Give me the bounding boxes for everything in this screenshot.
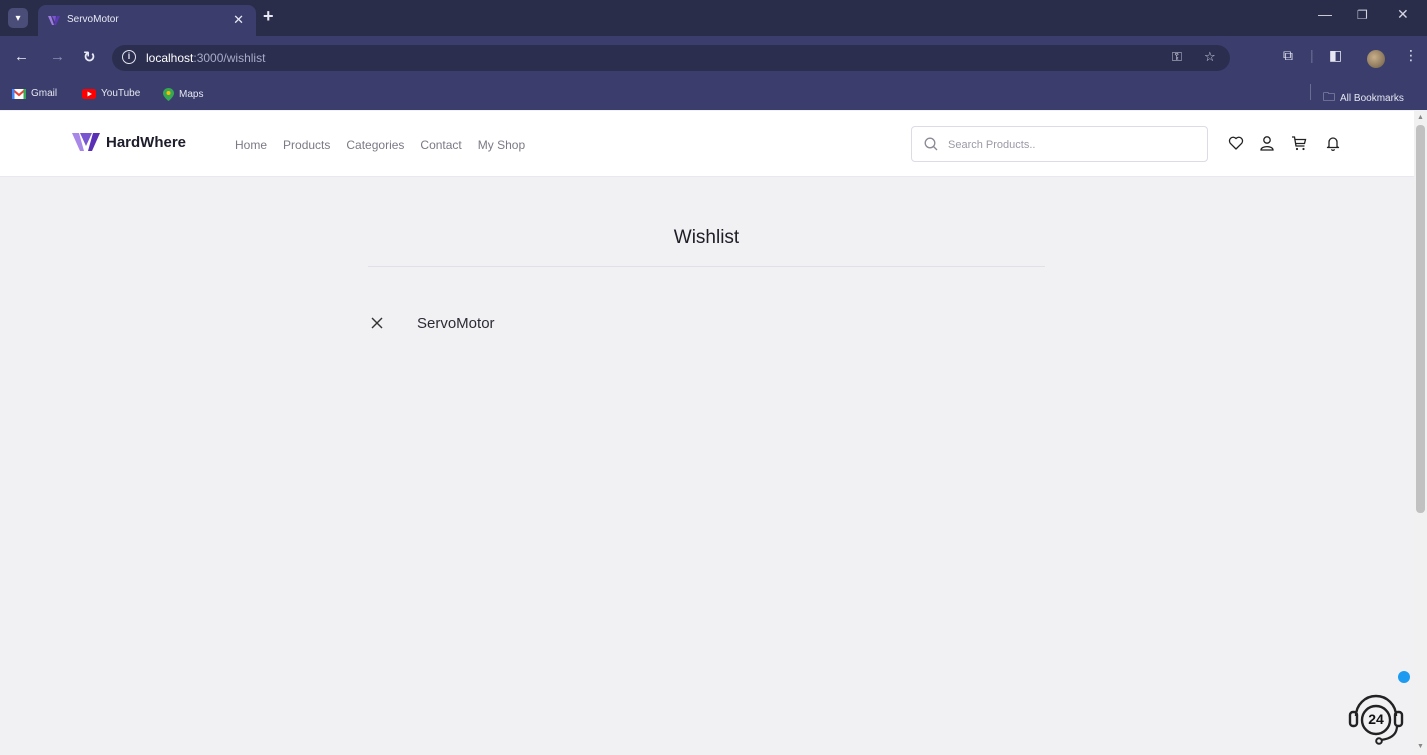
youtube-icon — [82, 88, 96, 99]
password-key-icon[interactable]: ⚿ — [1172, 49, 1182, 65]
address-bar[interactable]: i localhost:3000/wishlist ⚿ ☆ — [112, 45, 1230, 71]
page-scrollbar[interactable]: ▲ ▼ — [1414, 111, 1427, 755]
scroll-thumb[interactable] — [1416, 125, 1425, 513]
site-header: HardWhere Home Products Categories Conta… — [0, 111, 1414, 177]
logo-mark-icon — [72, 133, 100, 151]
scroll-up-icon[interactable]: ▲ — [1417, 114, 1424, 121]
cart-icon[interactable] — [1291, 135, 1307, 151]
restore-icon[interactable]: ❐ — [1357, 8, 1368, 22]
profile-avatar[interactable] — [1367, 50, 1385, 68]
back-icon[interactable]: ← — [14, 48, 29, 65]
bookmark-gmail[interactable]: Gmail — [12, 88, 57, 99]
gmail-icon — [12, 88, 26, 99]
page-title: Wishlist — [673, 227, 740, 248]
nav-link-products[interactable]: Products — [283, 138, 330, 152]
bell-icon[interactable] — [1325, 135, 1341, 151]
all-bookmarks-button[interactable]: 🗀 All Bookmarks — [1323, 88, 1404, 109]
extensions-icon[interactable]: ⧉ — [1283, 47, 1293, 64]
site-info-icon[interactable]: i — [122, 50, 136, 64]
tab-close-icon[interactable]: ✕ — [233, 12, 244, 28]
bookmark-youtube[interactable]: YouTube — [82, 88, 140, 99]
search-icon — [924, 137, 938, 151]
site-favicon-icon — [48, 16, 60, 25]
nav-link-categories[interactable]: Categories — [346, 138, 404, 152]
tab-search-button[interactable]: ▾ — [8, 8, 28, 28]
brand-name: HardWhere — [106, 133, 187, 151]
browser-menu-icon[interactable]: ⋮ — [1404, 47, 1418, 64]
side-panel-icon[interactable]: ◧ — [1329, 47, 1342, 64]
support-notification-dot — [1398, 671, 1410, 683]
nav-link-my-shop[interactable]: My Shop — [478, 138, 525, 152]
search-input[interactable] — [948, 135, 1198, 155]
scroll-down-icon[interactable]: ▼ — [1417, 743, 1424, 750]
address-url: localhost:3000/wishlist — [146, 51, 266, 65]
tab-title: ServoMotor — [67, 14, 119, 25]
nav-link-contact[interactable]: Contact — [420, 138, 461, 152]
close-icon — [371, 317, 383, 329]
bookmark-star-icon[interactable]: ☆ — [1204, 49, 1216, 65]
title-divider — [368, 266, 1045, 267]
support-24-button[interactable]: 24 — [1345, 690, 1407, 750]
toolbar-divider: | — [1310, 47, 1314, 63]
folder-icon: 🗀 — [1323, 90, 1336, 104]
browser-tab-active[interactable]: ServoMotor ✕ — [38, 5, 256, 36]
browser-tabstrip: ▾ ServoMotor ✕ + — ❐ ✕ — [0, 0, 1427, 36]
maps-icon — [163, 88, 174, 101]
wishlist-item-name[interactable]: ServoMotor — [417, 315, 495, 332]
bookmarks-divider — [1310, 84, 1311, 100]
new-tab-button[interactable]: + — [263, 6, 274, 27]
user-icon[interactable] — [1259, 135, 1275, 151]
bookmarks-bar: Gmail YouTube Maps 🗀 All Bookmarks — [0, 80, 1427, 110]
product-search — [911, 126, 1208, 162]
window-close-icon[interactable]: ✕ — [1397, 6, 1409, 23]
support-badge-text: 24 — [1368, 711, 1384, 727]
reload-icon[interactable]: ↻ — [83, 48, 96, 66]
minimize-icon[interactable]: — — [1318, 6, 1332, 22]
bookmark-maps[interactable]: Maps — [163, 88, 203, 101]
nav-link-home[interactable]: Home — [235, 138, 267, 152]
brand-logo[interactable]: HardWhere — [72, 133, 186, 151]
heart-icon[interactable] — [1228, 135, 1244, 151]
forward-icon[interactable]: → — [50, 48, 65, 65]
main-nav: Home Products Categories Contact My Shop — [235, 138, 541, 152]
remove-item-button[interactable] — [368, 314, 386, 332]
wishlist-item: ServoMotor — [368, 311, 495, 335]
